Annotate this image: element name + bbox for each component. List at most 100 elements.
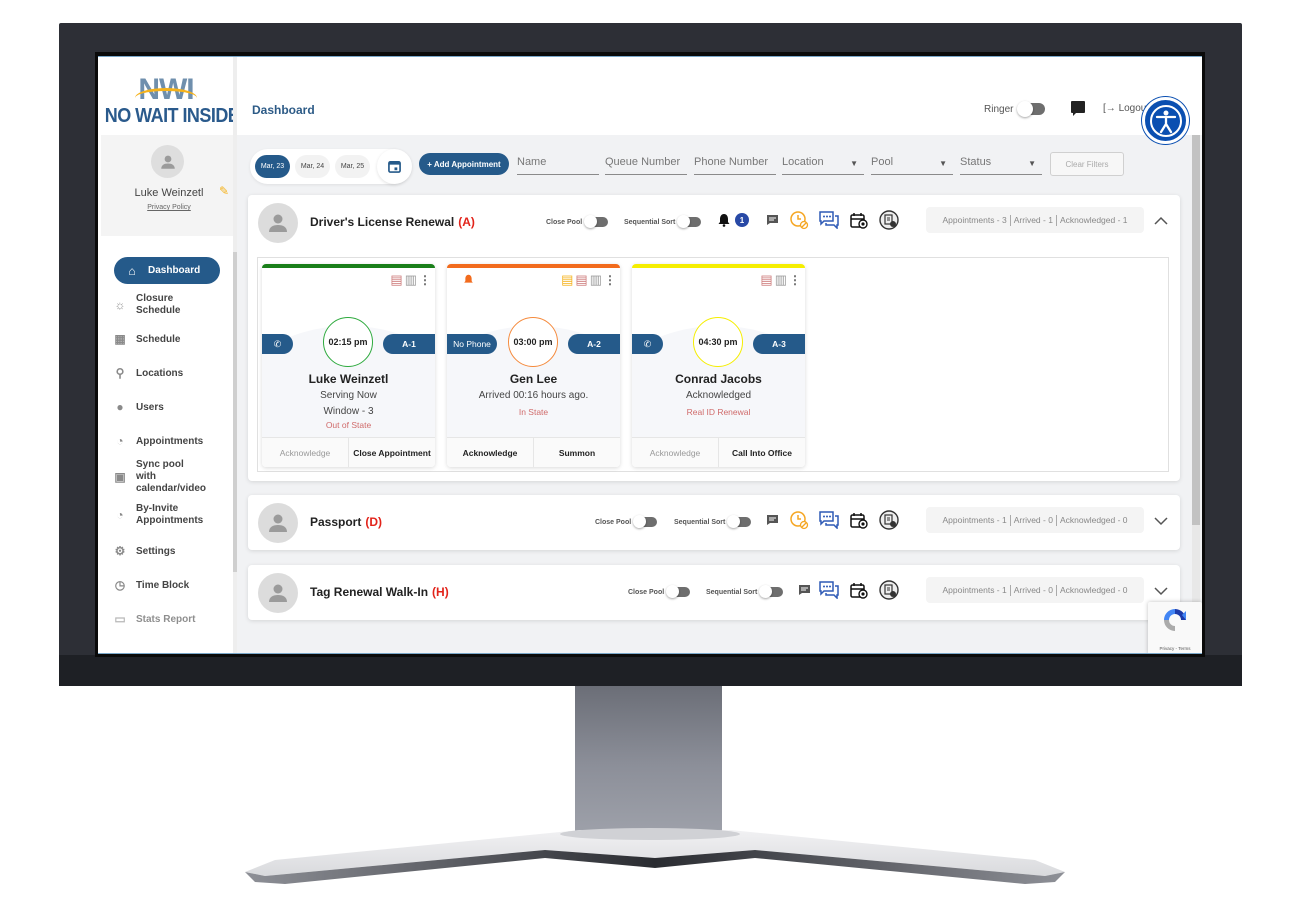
form-list-icon[interactable]: ▤ <box>760 272 772 288</box>
pool-header[interactable]: Driver's License Renewal (A) Close Pool S… <box>248 195 1180 250</box>
form-list-icon[interactable]: ▤ <box>575 272 587 288</box>
dropdown-caret-icon: ▼ <box>939 159 947 168</box>
sidebar: NWI NO WAIT INSIDE Luke Weinzetl ✎ Priva… <box>98 57 240 653</box>
logo-text: NO WAIT INSIDE <box>104 105 240 127</box>
accessibility-button[interactable] <box>1142 97 1189 144</box>
appointments-count: Appointments - 3 <box>942 215 1007 225</box>
calendar-video-icon[interactable] <box>848 579 870 601</box>
sequential-sort-control: Sequential Sort <box>674 515 752 528</box>
phone-call-button[interactable]: ✆ <box>632 334 663 354</box>
date-pill[interactable]: Mar, 25 <box>335 155 370 178</box>
clipboard-question-icon[interactable]: ▥ <box>775 272 787 288</box>
date-pill[interactable]: Mar, 24 <box>295 155 330 178</box>
appointment-time: 02:15 pm <box>323 317 373 367</box>
location-filter-select[interactable]: Location ▼ <box>782 153 864 175</box>
sidebar-item-locations[interactable]: ⚲ Locations <box>98 356 234 390</box>
phone-call-button[interactable]: ✆ <box>262 334 293 354</box>
close-pool-control: Close Pool <box>546 215 609 228</box>
calendar-video-icon[interactable] <box>848 209 870 231</box>
add-appointment-button[interactable]: + Add Appointment <box>419 153 509 175</box>
notification-count-badge: 1 <box>731 209 753 231</box>
profile-name: Luke Weinzetl <box>134 187 204 199</box>
recaptcha-label[interactable]: Privacy - Terms <box>1148 646 1202 651</box>
sidebar-item-closure-schedule[interactable]: ☼ Closure Schedule <box>98 288 234 322</box>
acknowledge-button[interactable]: Acknowledge <box>632 438 719 467</box>
main-scrollbar[interactable] <box>1192 135 1200 653</box>
sidebar-item-schedule[interactable]: ▦ Schedule <box>98 322 234 356</box>
chat-bubbles-icon[interactable] <box>818 579 840 601</box>
clock-block-icon[interactable] <box>788 209 810 231</box>
ringer-toggle[interactable] <box>1017 101 1046 117</box>
close-pool-toggle[interactable] <box>633 515 658 528</box>
summon-button[interactable]: Summon <box>534 438 620 467</box>
phone-number-filter-input[interactable]: Phone Number <box>694 153 776 175</box>
customer-name: Luke Weinzetl <box>308 372 389 386</box>
customer-name: Conrad Jacobs <box>675 372 762 386</box>
sequential-sort-toggle[interactable] <box>727 515 752 528</box>
chat-bubbles-icon[interactable] <box>818 509 840 531</box>
sequential-sort-toggle[interactable] <box>677 215 702 228</box>
acknowledge-button[interactable]: Acknowledge <box>447 438 534 467</box>
name-filter-input[interactable]: Name <box>517 153 599 175</box>
sidebar-item-label: Appointments <box>136 435 204 447</box>
form-list-icon[interactable]: ▤ <box>390 272 402 288</box>
chevron-down-icon[interactable] <box>1152 512 1170 530</box>
edit-form-icon[interactable] <box>878 209 900 231</box>
status-filter-select[interactable]: Status ▼ <box>960 153 1042 175</box>
edit-pencil-icon[interactable]: ✎ <box>219 184 229 198</box>
sidebar-item-appointments[interactable]: ◔ Appointments <box>98 424 234 458</box>
edit-form-icon[interactable] <box>878 509 900 531</box>
date-pill-selected[interactable]: Mar, 23 <box>255 155 290 178</box>
sidebar-item-dashboard[interactable]: ⌂ Dashboard <box>114 257 220 284</box>
customer-name: Gen Lee <box>509 372 558 386</box>
chat-bubbles-icon[interactable] <box>818 209 840 231</box>
message-icon[interactable] <box>761 209 783 231</box>
more-vert-icon[interactable]: ⋮ <box>789 273 801 287</box>
call-into-office-button[interactable]: Call Into Office <box>719 438 805 467</box>
clipboard-question-icon[interactable]: ▥ <box>405 272 417 288</box>
ringer-control: Ringer <box>984 101 1046 117</box>
close-pool-toggle[interactable] <box>584 215 609 228</box>
sidebar-item-by-invite[interactable]: ◔ By-Invite Appointments <box>98 496 234 534</box>
chevron-up-icon[interactable] <box>1152 212 1170 230</box>
sidebar-item-time-block[interactable]: ◷ Time Block <box>98 568 234 602</box>
more-vert-icon[interactable]: ⋮ <box>419 273 431 287</box>
privacy-policy-link[interactable]: Privacy Policy <box>101 204 237 211</box>
clear-filters-button[interactable]: Clear Filters <box>1050 152 1124 176</box>
edit-form-icon[interactable] <box>878 579 900 601</box>
sequential-sort-toggle[interactable] <box>759 585 784 598</box>
sidebar-item-sync-pool[interactable]: ▣ Sync pool with calendar/video <box>98 458 234 496</box>
appointment-card[interactable]: ▤ ▤ ▥ ⋮ No Phone 03:00 pm A-2 Gen Lee Ar… <box>447 264 620 467</box>
note-icon[interactable]: ▤ <box>561 272 573 288</box>
recaptcha-icon <box>1164 609 1186 631</box>
pool-filter-select[interactable]: Pool ▼ <box>871 153 953 175</box>
calendar-video-icon[interactable] <box>848 509 870 531</box>
close-pool-toggle[interactable] <box>666 585 691 598</box>
queue-number-filter-input[interactable]: Queue Number <box>605 153 687 175</box>
user-clock-icon: ◔ <box>116 434 124 448</box>
message-icon[interactable] <box>793 579 815 601</box>
chevron-down-icon[interactable] <box>1152 582 1170 600</box>
clipboard-question-icon[interactable]: ▥ <box>590 272 602 288</box>
pool-header[interactable]: Passport (D) Close Pool Sequential Sort A… <box>248 495 1180 550</box>
calendar-picker-button[interactable] <box>377 149 412 184</box>
sequential-sort-label: Sequential Sort <box>624 218 676 226</box>
appointment-status: Arrived 00:16 hours ago. <box>478 390 589 401</box>
appointment-card[interactable]: ▤ ▥ ⋮ ✆ 02:15 pm A-1 Luke Weinzetl Servi… <box>262 264 435 467</box>
pool-stats: Appointments - 3 Arrived - 1 Acknowledge… <box>926 207 1144 233</box>
clock-block-icon[interactable] <box>788 509 810 531</box>
chat-icon[interactable] <box>1071 101 1085 116</box>
recaptcha-badge[interactable]: Privacy - Terms <box>1148 602 1202 653</box>
sidebar-item-settings[interactable]: ⚙ Settings <box>98 534 234 568</box>
appointment-cards-area: ▤ ▥ ⋮ ✆ 02:15 pm A-1 Luke Weinzetl Servi… <box>257 257 1169 472</box>
message-icon[interactable] <box>761 509 783 531</box>
sidebar-item-users[interactable]: ● Users <box>98 390 234 424</box>
user-icon: ● <box>116 400 124 414</box>
close-appointment-button[interactable]: Close Appointment <box>349 438 435 467</box>
sidebar-item-stats-report[interactable]: ▭ Stats Report <box>98 602 234 636</box>
pool-header[interactable]: Tag Renewal Walk-In (H) Close Pool Sequen… <box>248 565 1180 620</box>
more-vert-icon[interactable]: ⋮ <box>604 273 616 287</box>
sidebar-item-label: Users <box>136 401 164 413</box>
acknowledge-button[interactable]: Acknowledge <box>262 438 349 467</box>
appointment-card[interactable]: ▤ ▥ ⋮ ✆ 04:30 pm A-3 Conrad Jacobs Ackno… <box>632 264 805 467</box>
